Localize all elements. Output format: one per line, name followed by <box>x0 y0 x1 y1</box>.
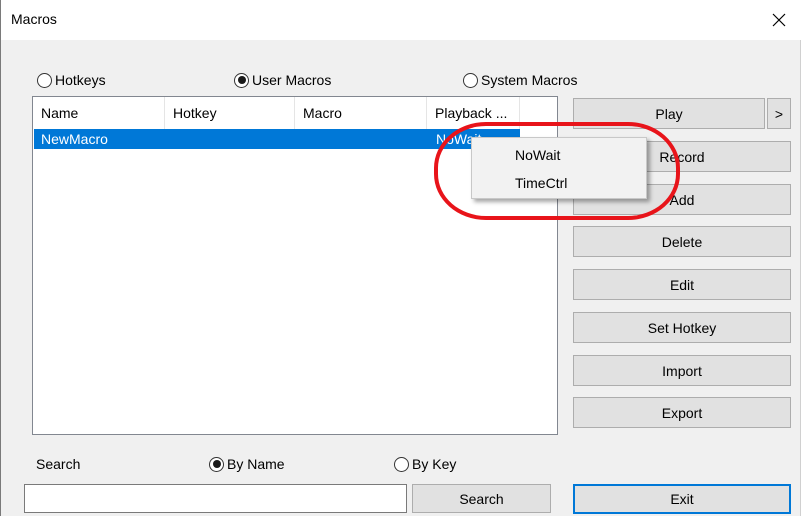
radio-hotkeys[interactable]: Hotkeys <box>37 72 106 88</box>
delete-button[interactable]: Delete <box>573 226 791 257</box>
set-hotkey-button[interactable]: Set Hotkey <box>573 312 791 343</box>
radio-user-macros[interactable]: User Macros <box>234 72 331 88</box>
play-options-button[interactable]: > <box>767 98 791 129</box>
title-bar: Macros <box>1 0 801 40</box>
export-button[interactable]: Export <box>573 397 791 428</box>
search-input[interactable] <box>24 484 407 513</box>
menu-item-timectrl[interactable]: TimeCtrl <box>472 169 646 197</box>
import-button[interactable]: Import <box>573 355 791 386</box>
radio-hotkeys-label: Hotkeys <box>55 72 106 88</box>
close-button[interactable] <box>756 0 801 40</box>
radio-by-key-label: By Key <box>412 456 457 472</box>
radio-system-macros-indicator <box>463 72 478 88</box>
radio-system-macros[interactable]: System Macros <box>463 72 577 88</box>
radio-hotkeys-indicator <box>37 72 52 88</box>
column-header-playback[interactable]: Playback ... <box>427 97 520 129</box>
radio-by-name-indicator <box>209 456 224 472</box>
search-label: Search <box>36 456 81 472</box>
table-row[interactable]: NewMacro NoWait <box>34 129 520 149</box>
edit-button[interactable]: Edit <box>573 269 791 300</box>
playback-dropdown-menu: NoWait TimeCtrl <box>471 137 647 199</box>
column-header-hotkey[interactable]: Hotkey <box>165 97 295 129</box>
row-name-cell: NewMacro <box>41 131 108 147</box>
radio-by-name-label: By Name <box>227 456 285 472</box>
radio-user-macros-label: User Macros <box>252 72 332 88</box>
exit-button[interactable]: Exit <box>573 484 791 514</box>
radio-system-macros-label: System Macros <box>481 72 578 88</box>
macro-list-header: Name Hotkey Macro Playback ... <box>33 97 557 129</box>
menu-item-nowait[interactable]: NoWait <box>472 141 646 169</box>
column-header-macro[interactable]: Macro <box>295 97 427 129</box>
radio-by-key-indicator <box>394 456 409 472</box>
macros-dialog: Macros Hotkeys User Macros System Macros… <box>0 0 801 516</box>
search-button[interactable]: Search <box>412 484 551 513</box>
play-button[interactable]: Play <box>573 98 765 129</box>
column-header-name[interactable]: Name <box>33 97 165 129</box>
close-icon <box>772 13 786 27</box>
radio-by-name[interactable]: By Name <box>209 456 285 472</box>
window-title: Macros <box>11 11 57 27</box>
radio-user-macros-indicator <box>234 72 249 88</box>
radio-by-key[interactable]: By Key <box>394 456 456 472</box>
